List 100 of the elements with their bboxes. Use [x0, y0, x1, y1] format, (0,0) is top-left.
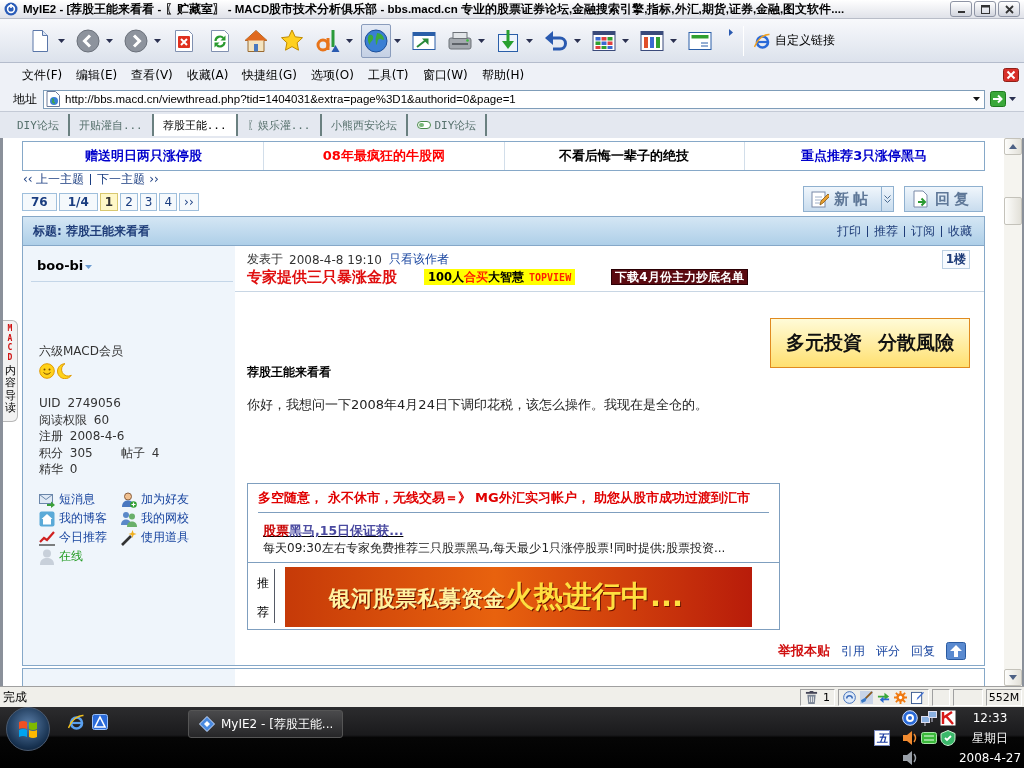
tab[interactable]: DIY论坛	[8, 114, 70, 136]
shield-icon[interactable]	[940, 730, 956, 746]
side-tab[interactable]: MACD 内容导读	[3, 320, 18, 422]
toolbar-button[interactable]	[361, 23, 391, 58]
banner-text: 银河股票私募资金火热进行中...	[329, 578, 684, 615]
scroll-down-button[interactable]	[1004, 669, 1022, 686]
start-button[interactable]	[6, 707, 50, 751]
menu-item[interactable]: 收藏(A)	[179, 65, 236, 85]
author-name-button[interactable]: boo-bi	[37, 258, 93, 273]
tab[interactable]: DIY论坛	[407, 114, 488, 136]
memory-usage: 552M	[986, 688, 1022, 706]
promo-link[interactable]: 08年最疯狂的牛股网	[263, 142, 504, 170]
download-badge[interactable]: 下载4月份主力抄底名单	[611, 269, 748, 285]
author-only-link[interactable]: 只看该作者	[388, 251, 449, 268]
thread-tool-link[interactable]: 订阅	[911, 222, 935, 240]
promo-link[interactable]: 重点推荐3只涨停黑马	[743, 142, 984, 170]
diamond-icon	[199, 716, 215, 732]
ad-headline: 多空随意， 永不休市，无线交易＝》 MG外汇实习帐户， 助您从股市成功过渡到汇市	[257, 489, 752, 507]
thread-tool-link[interactable]: 收藏	[948, 222, 972, 240]
post-footer-link[interactable]: 举报本贴	[778, 642, 830, 660]
user-link[interactable]: 短消息	[39, 491, 121, 508]
custom-links-button[interactable]: 自定义链接	[754, 32, 835, 49]
scrollbar-thumb[interactable]	[1004, 197, 1022, 225]
user-link[interactable]: 我的博客	[39, 510, 121, 527]
text-style-icon	[316, 28, 340, 53]
quick-launch-button[interactable]	[92, 714, 108, 730]
back-to-top-button[interactable]	[946, 642, 966, 660]
quick-launch-button[interactable]	[68, 714, 84, 730]
speaker-icon[interactable]	[902, 730, 918, 746]
user-link[interactable]: 使用道具	[121, 529, 235, 546]
post-action-button[interactable]: 回复	[904, 186, 983, 212]
card-icon[interactable]	[921, 730, 937, 746]
note-pencil-icon	[811, 190, 829, 208]
tab[interactable]: 小熊西安论坛	[321, 114, 408, 136]
promo-link[interactable]: 赠送明日两只涨停股	[23, 142, 264, 170]
ad-banner[interactable]: 银河股票私募资金火热进行中...	[285, 567, 752, 627]
previous-thread-link[interactable]: ‹‹ 上一主题	[23, 170, 85, 188]
edit-icon[interactable]	[911, 690, 924, 704]
arrows-icon[interactable]	[877, 690, 890, 704]
post-footer-link[interactable]: 回复	[911, 642, 935, 660]
user-link[interactable]: 在线	[39, 548, 121, 565]
close-tab-button[interactable]	[1003, 68, 1019, 82]
scroll-up-button[interactable]	[1004, 138, 1022, 155]
taskbar-window-button[interactable]: MyIE2 - [荐股王能...	[188, 710, 343, 738]
user-link[interactable]: 我的网校	[121, 510, 235, 527]
input-method-indicator[interactable]: 五	[874, 730, 890, 746]
menu-item[interactable]: 编辑(E)	[69, 65, 125, 85]
menu-item[interactable]: 帮助(H)	[474, 65, 532, 85]
maximize-button[interactable]	[974, 1, 996, 17]
menu-item[interactable]: 文件(F)	[15, 65, 70, 85]
clock-date: 2008-4-27	[958, 750, 1022, 767]
promo-headline-link[interactable]: 专家提供三只暴涨金股	[247, 267, 397, 287]
brush-icon[interactable]	[860, 690, 873, 704]
gear-icon[interactable]	[894, 690, 907, 704]
stat-text: 帖子 4	[121, 444, 161, 461]
rank-label: 六级MACD会员	[39, 343, 124, 360]
user-link[interactable]: 加为好友	[121, 491, 235, 508]
user-link[interactable]: 今日推荐	[39, 529, 121, 546]
page-link[interactable]: 2	[120, 193, 138, 211]
menu-item[interactable]: 快捷组(G)	[235, 65, 305, 85]
menu-item[interactable]: 工具(T)	[360, 65, 416, 85]
menu-item[interactable]: 选项(O)	[304, 65, 361, 85]
download-icon	[496, 28, 520, 53]
post-action-button[interactable]: 新帖	[803, 186, 881, 212]
browser-icon	[68, 714, 84, 730]
globe-icon	[364, 28, 388, 53]
close-button[interactable]	[998, 1, 1020, 17]
maximize-icon	[980, 4, 990, 14]
ring-icon[interactable]	[902, 710, 918, 726]
home-icon	[244, 28, 268, 53]
trash-icon	[805, 690, 818, 704]
thread-tool-link[interactable]: 打印	[837, 222, 861, 240]
post-footer-link[interactable]: 引用	[841, 642, 865, 660]
menu-item[interactable]: 窗口(W)	[415, 65, 475, 85]
next-thread-link[interactable]: 下一主题 ››	[97, 170, 159, 188]
thread-tool-link[interactable]: 推荐	[874, 222, 898, 240]
speaker-icon[interactable]	[902, 750, 918, 766]
go-button[interactable]	[990, 91, 1006, 107]
minimize-icon	[957, 11, 965, 13]
ad-link[interactable]: 股票黑马,15日保证获...	[263, 523, 404, 540]
promo-link[interactable]: 不看后悔一辈子的绝技	[503, 142, 744, 170]
k-tile-icon[interactable]	[940, 710, 956, 726]
next-page-link[interactable]: ››	[179, 193, 199, 211]
minimize-button[interactable]	[950, 1, 972, 17]
side-ad-banner[interactable]: 多元投資 分散風險	[770, 318, 970, 368]
post-footer-link[interactable]: 评分	[876, 642, 900, 660]
page-link[interactable]: 3	[139, 193, 158, 211]
chevron-icon[interactable]	[729, 29, 733, 36]
network-icon[interactable]	[921, 710, 937, 726]
page-link[interactable]: 4	[159, 193, 178, 211]
promo-badge[interactable]: 100人合买大智慧 TOPVIEW	[424, 269, 576, 285]
page-link[interactable]: 1	[99, 193, 119, 211]
page-arrow-icon	[912, 190, 930, 208]
house-icon	[39, 510, 55, 527]
tab[interactable]: 荐股王能...	[153, 114, 238, 136]
menu-item[interactable]: 查看(V)	[124, 65, 180, 85]
tab[interactable]: 〖娱乐灌...	[237, 114, 322, 136]
circle-arc-icon[interactable]	[843, 690, 856, 704]
scrollbar[interactable]	[1004, 138, 1022, 686]
close-icon	[1004, 4, 1014, 14]
